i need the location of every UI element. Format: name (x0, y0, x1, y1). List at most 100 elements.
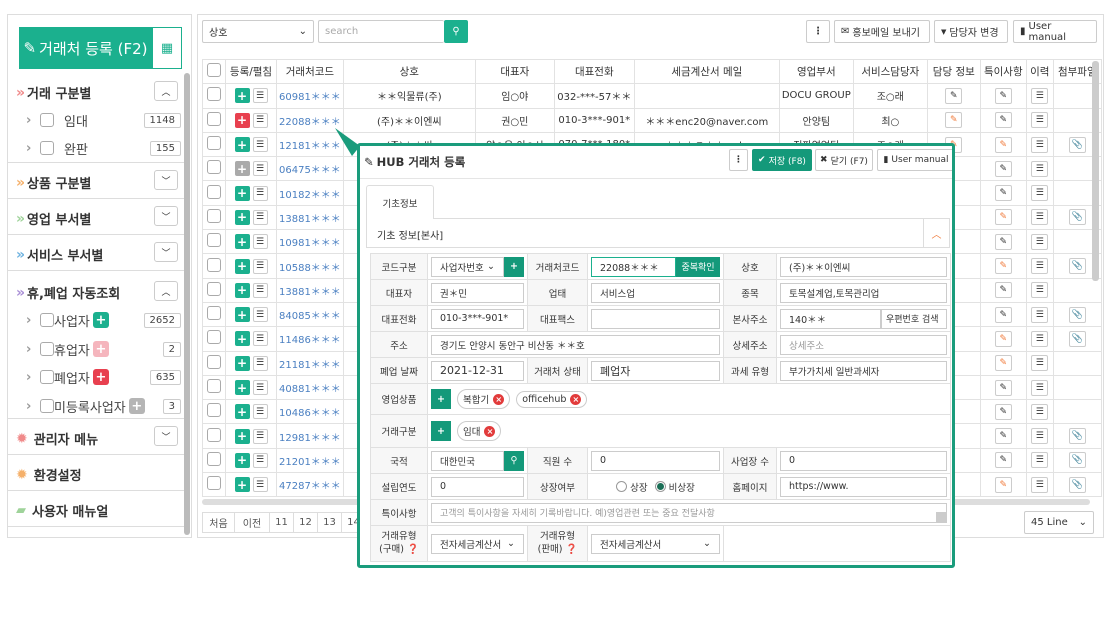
history-list-icon[interactable]: ☰ (1031, 428, 1049, 445)
sidebar-scrollbar[interactable] (184, 73, 190, 535)
client-code-link[interactable]: 21201＊＊＊ (279, 457, 341, 468)
column-header[interactable]: 서비스담당자 (852, 58, 928, 85)
select-all-checkbox[interactable] (202, 58, 226, 85)
checkbox[interactable] (40, 370, 54, 384)
column-header[interactable]: 등록/펼침 (225, 58, 277, 85)
address-detail-input[interactable]: 상세주소 (780, 334, 947, 355)
client-status-input[interactable]: 폐업자 (591, 360, 720, 381)
modal-user-manual-button[interactable]: ▮ User manual (877, 149, 952, 171)
client-code-link[interactable]: 60981＊＊＊ (279, 92, 341, 103)
history-list-icon[interactable]: ☰ (1031, 355, 1049, 372)
register-plus-icon[interactable]: + (234, 137, 250, 153)
column-header[interactable]: 담당 정보 (926, 58, 981, 85)
unlisted-radio[interactable] (654, 481, 666, 492)
register-plus-icon[interactable]: + (234, 452, 250, 468)
note-edit-icon[interactable]: ✎ (994, 452, 1012, 469)
search-input[interactable]: search (318, 20, 444, 43)
row-checkbox[interactable] (207, 330, 221, 345)
client-code-link[interactable]: 10486＊＊＊ (279, 408, 341, 419)
expand-menu-icon[interactable]: ☰ (252, 234, 268, 250)
history-list-icon[interactable]: ☰ (1031, 209, 1049, 226)
add-deal-type-button[interactable]: + (431, 421, 451, 441)
column-header[interactable]: 대표전화 (553, 58, 635, 85)
country-input[interactable]: 대한민국 (431, 450, 504, 471)
column-header[interactable]: 대표자 (474, 58, 555, 85)
settings-menu[interactable]: ✹ 환경설정 (8, 455, 186, 491)
expand-menu-icon[interactable]: ☰ (252, 209, 268, 225)
history-list-icon[interactable]: ☰ (1031, 452, 1049, 469)
employees-input[interactable]: 0 (591, 450, 720, 471)
expand-menu-icon[interactable]: ☰ (252, 452, 268, 468)
column-header[interactable]: 특이사항 (979, 58, 1027, 85)
founded-year-input[interactable]: 0 (431, 476, 524, 497)
row-checkbox[interactable] (207, 233, 221, 248)
close-date-input[interactable]: 2021-12-31 (431, 360, 524, 381)
section-header[interactable]: 기초 정보[본사] ︿ (366, 218, 950, 248)
paperclip-icon[interactable]: 📎 (1068, 258, 1086, 275)
sales-type-select[interactable]: 전자세금계산서 ⌄ (591, 533, 720, 554)
client-code-link[interactable]: 13881＊＊＊ (279, 287, 341, 298)
row-checkbox[interactable] (207, 184, 221, 199)
tab-basic-info[interactable]: 기초정보 (366, 185, 434, 219)
paperclip-icon[interactable]: 📎 (1068, 452, 1086, 469)
client-code-link[interactable]: 10981＊＊＊ (279, 238, 341, 249)
expand-menu-icon[interactable]: ☰ (252, 355, 268, 371)
expand-toggle[interactable]: ﹀ (154, 242, 178, 262)
expand-menu-icon[interactable]: ☰ (252, 307, 268, 323)
row-checkbox[interactable] (207, 257, 221, 272)
register-plus-icon[interactable]: + (234, 380, 250, 395)
expand-menu-icon[interactable]: ☰ (252, 258, 268, 274)
register-plus-icon[interactable]: + (234, 258, 250, 274)
fax-input[interactable] (591, 308, 720, 329)
duplicate-check-button[interactable]: 중복확인 (676, 256, 720, 277)
more-button[interactable]: ⋮ (806, 20, 830, 43)
row-checkbox[interactable] (207, 379, 221, 393)
register-client-button[interactable]: ✎ 거래처 등록 (F2) (19, 27, 152, 69)
note-edit-icon[interactable]: ✎ (994, 355, 1012, 372)
collapse-chevron-icon[interactable]: ︿ (923, 219, 949, 247)
history-list-icon[interactable]: ☰ (1031, 379, 1049, 396)
page-first[interactable]: 처음 (202, 512, 235, 533)
client-code-link[interactable]: 12981＊＊＊ (279, 433, 341, 444)
history-list-icon[interactable]: ☰ (1031, 112, 1049, 129)
expand-toggle[interactable]: ﹀ (154, 206, 178, 226)
add-code-type-button[interactable]: + (504, 256, 524, 277)
client-code-link[interactable]: 40881＊＊＊ (279, 384, 341, 395)
save-button[interactable]: ✔ 저장 (F8) (752, 149, 812, 171)
checkbox[interactable] (40, 342, 54, 356)
paperclip-icon[interactable]: 📎 (1068, 209, 1086, 226)
row-checkbox[interactable] (207, 427, 221, 442)
business-type-input[interactable]: 서비스업 (591, 282, 720, 303)
expand-menu-icon[interactable]: ☰ (252, 404, 268, 420)
paperclip-icon[interactable]: 📎 (1068, 136, 1086, 153)
history-list-icon[interactable]: ☰ (1031, 306, 1049, 323)
column-header[interactable]: 상호 (342, 58, 476, 85)
history-list-icon[interactable]: ☰ (1031, 136, 1049, 153)
history-list-icon[interactable]: ☰ (1031, 185, 1049, 202)
history-list-icon[interactable]: ☰ (1031, 330, 1049, 347)
column-header[interactable]: 거래처코드 (276, 58, 344, 85)
zip-input[interactable]: 140＊＊ (780, 308, 881, 329)
add-product-button[interactable]: + (431, 389, 451, 409)
expand-menu-icon[interactable]: ☰ (252, 161, 268, 177)
textarea-scrollbar[interactable] (936, 511, 946, 522)
expand-menu-icon[interactable]: ☰ (252, 331, 268, 347)
expand-toggle[interactable]: ﹀ (154, 426, 178, 446)
plus-icon[interactable]: + (92, 369, 109, 385)
expand-menu-icon[interactable]: ☰ (252, 88, 268, 104)
table-row[interactable]: + ☰ 60981＊＊＊ ＊＊익물류(주) 임○야 032-***-57＊＊ DOCU GR… (202, 83, 1102, 109)
register-plus-icon[interactable]: + (234, 428, 250, 444)
column-header[interactable]: 세금계산서 메일 (633, 58, 780, 85)
filter-item-active[interactable]: › 사업자 +2652 (26, 310, 181, 330)
register-plus-icon[interactable]: + (234, 185, 250, 201)
search-button[interactable]: ⚲ (444, 20, 468, 43)
history-list-icon[interactable]: ☰ (1031, 233, 1049, 250)
client-code-link[interactable]: 13881＊＊＊ (279, 214, 341, 225)
collapse-toggle[interactable]: ︿ (154, 281, 178, 301)
client-code-link[interactable]: 47287＊＊＊ (279, 481, 341, 492)
expand-menu-icon[interactable]: ☰ (252, 282, 268, 298)
register-plus-icon[interactable]: + (234, 161, 250, 177)
client-code-link[interactable]: 10182＊＊＊ (279, 190, 341, 201)
vertical-scrollbar[interactable] (1092, 61, 1099, 281)
client-code-link[interactable]: 10588＊＊＊ (279, 263, 341, 274)
